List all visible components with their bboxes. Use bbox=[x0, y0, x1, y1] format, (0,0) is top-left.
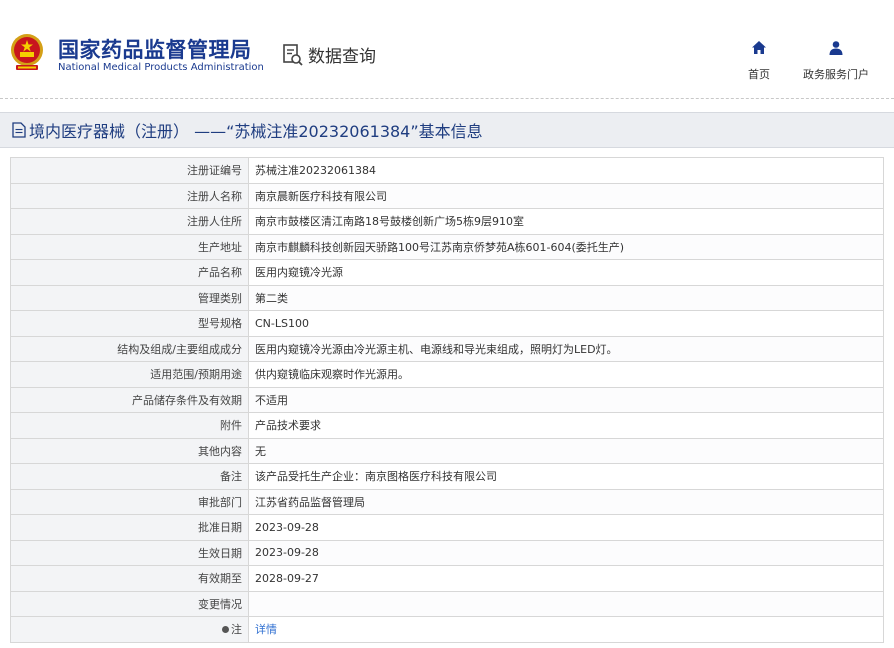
row-value: 2023-09-28 bbox=[248, 539, 884, 566]
table-row: 管理类别 第二类 bbox=[10, 284, 884, 311]
header-divider bbox=[0, 98, 894, 100]
nav-home-label: 首页 bbox=[748, 68, 770, 81]
row-label: 产品名称 bbox=[10, 259, 249, 286]
row-label: 型号规格 bbox=[10, 310, 249, 337]
row-value: 2023-09-28 bbox=[248, 514, 884, 541]
row-value: 南京市鼓楼区清江南路18号鼓楼创新广场5栋9层910室 bbox=[248, 208, 884, 235]
site-title: 国家药品监督管理局 bbox=[58, 38, 252, 62]
row-label: 审批部门 bbox=[10, 488, 249, 515]
nav-gov-services-label: 政务服务门户 bbox=[803, 68, 869, 81]
table-row: 生产地址 南京市麒麟科技创新园天骄路100号江苏南京侨梦苑A栋601-604(委托… bbox=[10, 233, 884, 260]
row-value: 南京市麒麟科技创新园天骄路100号江苏南京侨梦苑A栋601-604(委托生产) bbox=[248, 233, 884, 260]
row-value: CN-LS100 bbox=[248, 310, 884, 337]
data-query-icon bbox=[283, 43, 303, 66]
row-value: 不适用 bbox=[248, 386, 884, 413]
row-label: 注册人名称 bbox=[10, 182, 249, 209]
row-value: 江苏省药品监督管理局 bbox=[248, 488, 884, 515]
document-icon bbox=[12, 122, 26, 138]
row-value: 供内窥镜临床观察时作光源用。 bbox=[248, 361, 884, 388]
row-label: 注 bbox=[231, 623, 242, 637]
row-label: 注册证编号 bbox=[10, 157, 249, 184]
page-title-bar: 境内医疗器械（注册） ——“苏械注准20232061384”基本信息 bbox=[0, 112, 894, 148]
site-title-english: National Medical Products Administration bbox=[58, 62, 264, 73]
row-value: 苏械注准20232061384 bbox=[248, 157, 884, 184]
note-value-cell: 详情 bbox=[248, 616, 884, 643]
row-label: 生效日期 bbox=[10, 539, 249, 566]
national-emblem-icon bbox=[11, 34, 43, 70]
table-row: 注 详情 bbox=[10, 616, 884, 643]
details-link[interactable]: 详情 bbox=[255, 623, 277, 636]
table-row: 产品储存条件及有效期 不适用 bbox=[10, 386, 884, 413]
row-value: 产品技术要求 bbox=[248, 412, 884, 439]
table-row: 注册人住所 南京市鼓楼区清江南路18号鼓楼创新广场5栋9层910室 bbox=[10, 208, 884, 235]
row-value: 医用内窥镜冷光源 bbox=[248, 259, 884, 286]
table-row: 注册证编号 苏械注准20232061384 bbox=[10, 157, 884, 184]
nav-home[interactable]: 首页 bbox=[744, 40, 774, 82]
row-value: 医用内窥镜冷光源由冷光源主机、电源线和导光束组成，照明灯为LED灯。 bbox=[248, 335, 884, 362]
table-row: 变更情况 bbox=[10, 590, 884, 617]
data-query-label: 数据查询 bbox=[308, 47, 376, 67]
table-row: 型号规格 CN-LS100 bbox=[10, 310, 884, 337]
note-bullet-icon bbox=[222, 625, 229, 633]
row-label: 生产地址 bbox=[10, 233, 249, 260]
table-row: 备注 该产品受托生产企业：南京图格医疗科技有限公司 bbox=[10, 463, 884, 490]
row-label: 批准日期 bbox=[10, 514, 249, 541]
row-label: 附件 bbox=[10, 412, 249, 439]
row-label: 适用范围/预期用途 bbox=[10, 361, 249, 388]
table-row: 结构及组成/主要组成成分 医用内窥镜冷光源由冷光源主机、电源线和导光束组成，照明灯… bbox=[10, 335, 884, 362]
table-row: 生效日期 2023-09-28 bbox=[10, 539, 884, 566]
row-label: 其他内容 bbox=[10, 437, 249, 464]
row-value: 南京晨新医疗科技有限公司 bbox=[248, 182, 884, 209]
page-title: 境内医疗器械（注册） ——“苏械注准20232061384”基本信息 bbox=[29, 122, 483, 141]
row-value: 2028-09-27 bbox=[248, 565, 884, 592]
row-label: 产品储存条件及有效期 bbox=[10, 386, 249, 413]
row-value: 该产品受托生产企业：南京图格医疗科技有限公司 bbox=[248, 463, 884, 490]
note-label-cell: 注 bbox=[10, 616, 249, 643]
table-row: 审批部门 江苏省药品监督管理局 bbox=[10, 488, 884, 515]
data-query-link[interactable]: 数据查询 bbox=[282, 42, 376, 67]
row-label: 变更情况 bbox=[10, 590, 249, 617]
row-label: 注册人住所 bbox=[10, 208, 249, 235]
table-row: 有效期至 2028-09-27 bbox=[10, 565, 884, 592]
table-row: 适用范围/预期用途 供内窥镜临床观察时作光源用。 bbox=[10, 361, 884, 388]
table-row: 注册人名称 南京晨新医疗科技有限公司 bbox=[10, 182, 884, 209]
home-icon bbox=[752, 41, 766, 54]
site-header: 国家药品监督管理局 National Medical Products Admi… bbox=[0, 0, 894, 100]
device-info-table: 注册证编号 苏械注准20232061384 注册人名称 南京晨新医疗科技有限公司 注… bbox=[10, 157, 884, 643]
nav-gov-services[interactable]: 政务服务门户 bbox=[800, 40, 872, 82]
table-row: 产品名称 医用内窥镜冷光源 bbox=[10, 259, 884, 286]
table-row: 其他内容无 bbox=[10, 437, 884, 464]
table-row: 附件 产品技术要求 bbox=[10, 412, 884, 439]
user-icon bbox=[829, 41, 843, 55]
row-label: 管理类别 bbox=[10, 284, 249, 311]
row-value: 无 bbox=[248, 437, 884, 464]
table-row: 批准日期 2023-09-28 bbox=[10, 514, 884, 541]
row-label: 结构及组成/主要组成成分 bbox=[10, 335, 249, 362]
row-value bbox=[248, 590, 884, 617]
row-label: 备注 bbox=[10, 463, 249, 490]
row-label: 有效期至 bbox=[10, 565, 249, 592]
row-value: 第二类 bbox=[248, 284, 884, 311]
